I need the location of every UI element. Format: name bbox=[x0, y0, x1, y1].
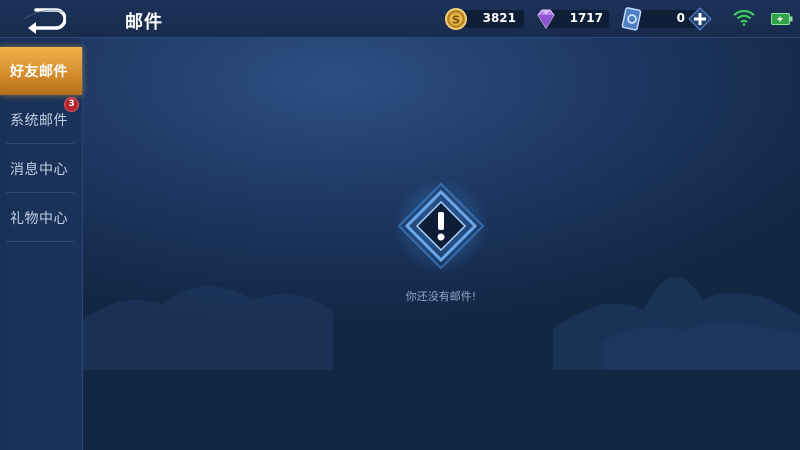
sidebar-item-label: 礼物中心 bbox=[10, 211, 68, 227]
divider bbox=[6, 143, 74, 144]
gem-counter: 1717 bbox=[533, 6, 609, 32]
gold-counter: S 3821 bbox=[444, 6, 524, 32]
exclamation-diamond-icon bbox=[393, 178, 489, 274]
sidebar-item-label: 消息中心 bbox=[10, 162, 68, 178]
sidebar-item-label: 好友邮件 bbox=[10, 64, 68, 80]
sidebar-item-gift-center[interactable]: 礼物中心 bbox=[0, 194, 82, 242]
unread-badge: 3 bbox=[64, 97, 79, 112]
sidebar: 好友邮件 系统邮件 3 消息中心 礼物中心 bbox=[0, 38, 83, 450]
plus-icon bbox=[688, 7, 712, 31]
divider bbox=[6, 241, 74, 242]
svg-text:S: S bbox=[452, 14, 460, 27]
gold-value: 3821 bbox=[482, 11, 516, 25]
sidebar-item-system-mail[interactable]: 系统邮件 3 bbox=[0, 96, 82, 144]
add-voucher-button[interactable] bbox=[688, 7, 712, 31]
back-button[interactable] bbox=[0, 0, 100, 38]
divider bbox=[6, 192, 74, 193]
gem-value: 1717 bbox=[569, 11, 603, 25]
sidebar-item-friend-mail[interactable]: 好友邮件 bbox=[0, 47, 82, 95]
page-title: 邮件 bbox=[125, 12, 163, 33]
voucher-value: 0 bbox=[676, 11, 685, 25]
sidebar-item-label: 系统邮件 bbox=[10, 113, 68, 129]
empty-message: 你还没有邮件! bbox=[405, 290, 477, 303]
back-arrow-icon bbox=[23, 8, 66, 34]
wifi-icon bbox=[733, 10, 755, 26]
battery-icon bbox=[771, 13, 793, 25]
sidebar-item-message-center[interactable]: 消息中心 bbox=[0, 145, 82, 193]
top-bar: 邮件 S 3821 1717 0 bbox=[0, 0, 800, 38]
